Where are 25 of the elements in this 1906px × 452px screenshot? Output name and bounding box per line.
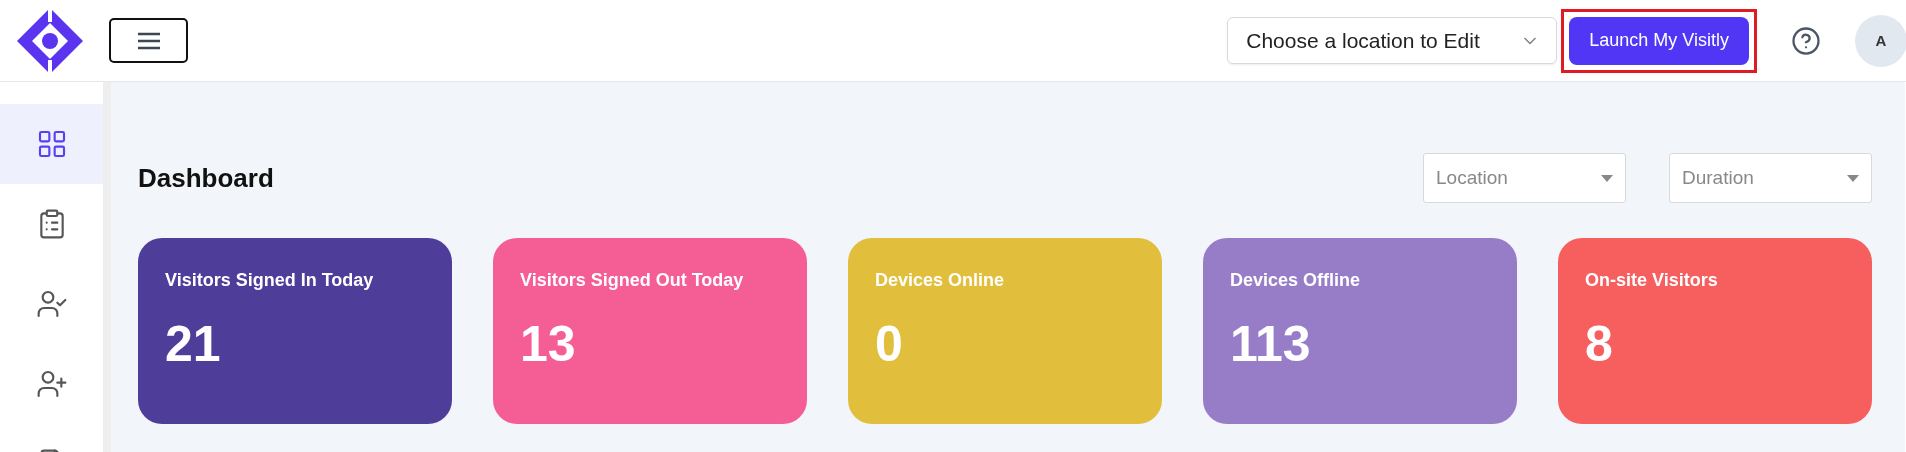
stat-value: 8 xyxy=(1585,315,1614,373)
avatar[interactable]: A xyxy=(1855,14,1906,67)
page-title: Dashboard xyxy=(138,162,275,194)
caret-icon xyxy=(1847,174,1859,182)
stat-label: On-site Visitors xyxy=(1585,270,1719,291)
filter-select[interactable]: Location xyxy=(1423,153,1626,203)
stat-label: Devices Online xyxy=(875,270,1006,291)
user-plus-icon xyxy=(35,368,68,400)
stat-label: Devices Offline xyxy=(1230,270,1362,291)
stat-label: Visitors Signed In Today xyxy=(165,270,375,291)
stat-label: Visitors Signed Out Today xyxy=(520,270,745,291)
stat-value: 113 xyxy=(1230,315,1312,373)
stat-value: 0 xyxy=(875,315,904,373)
menu-button[interactable] xyxy=(109,18,188,63)
filter-select[interactable]: Duration xyxy=(1669,153,1872,203)
sidebar-item[interactable] xyxy=(0,104,103,184)
launch-button[interactable]: Launch My Visitly xyxy=(1569,16,1749,65)
caret-icon xyxy=(1601,174,1613,182)
user-check-icon xyxy=(35,288,68,320)
menu-icon xyxy=(135,30,162,51)
stat-value: 21 xyxy=(165,315,222,373)
stat-value: 13 xyxy=(520,315,577,373)
logo-icon xyxy=(15,5,85,76)
help-icon[interactable] xyxy=(1791,25,1821,56)
location-select[interactable]: Choose a location to Edit xyxy=(1227,17,1558,64)
